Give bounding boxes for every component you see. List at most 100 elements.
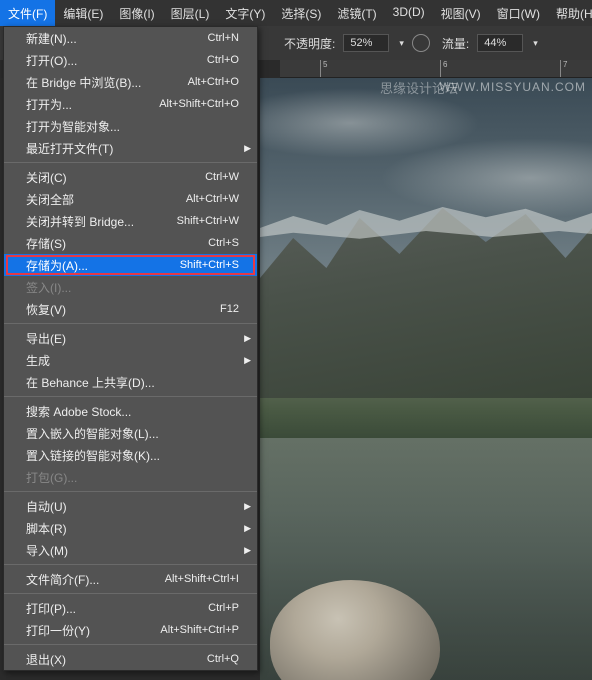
- chevron-down-icon[interactable]: ▾: [533, 38, 538, 49]
- watermark-text: WWW.MISSYUAN.COM: [439, 80, 586, 94]
- menu-item: 打包(G)...: [4, 466, 257, 488]
- menu-item-shortcut: Ctrl+O: [207, 54, 239, 66]
- file-menu-dropdown: 新建(N)... Ctrl+N 打开(O)... Ctrl+O 在 Bridge 中浏览…: [3, 26, 258, 671]
- menu-item-label: 存储(S): [26, 235, 66, 252]
- menu-item-shortcut: Shift+Ctrl+S: [180, 259, 239, 271]
- menu-item-5[interactable]: 选择(S): [273, 0, 329, 26]
- menu-item[interactable]: 打印(P)...Ctrl+P: [4, 597, 257, 619]
- menu-separator: [4, 162, 257, 163]
- menu-item[interactable]: 在 Behance 上共享(D)...: [4, 371, 257, 393]
- menu-item[interactable]: 打开(O)... Ctrl+O: [4, 49, 257, 71]
- flow-value[interactable]: 44%: [477, 34, 523, 52]
- menu-item-shortcut: Alt+Ctrl+O: [188, 76, 239, 88]
- menu-item-label: 签入(I)...: [26, 279, 71, 296]
- menu-item[interactable]: 打印一份(Y) Alt+Shift+Ctrl+P: [4, 619, 257, 641]
- menu-item-shortcut: Ctrl+S: [208, 237, 239, 249]
- menu-item-label: 退出(X): [26, 651, 66, 668]
- chevron-down-icon[interactable]: ▾: [399, 38, 404, 49]
- opacity-value[interactable]: 52%: [343, 34, 389, 52]
- menu-separator: [4, 564, 257, 565]
- menu-item[interactable]: 存储为(A)...Shift+Ctrl+S: [4, 254, 257, 276]
- menu-item-label: 打印一份(Y): [26, 622, 90, 639]
- menu-item-shortcut: Alt+Ctrl+W: [186, 193, 239, 205]
- menu-item[interactable]: 置入嵌入的智能对象(L)...: [4, 422, 257, 444]
- menu-item-shortcut: Ctrl+N: [208, 32, 239, 44]
- chevron-right-icon: ▶: [244, 545, 251, 556]
- menu-separator: [4, 644, 257, 645]
- menu-item-label: 文件简介(F)...: [26, 571, 99, 588]
- menu-item-label: 最近打开文件(T): [26, 140, 113, 157]
- menu-item-label: 新建(N)...: [26, 30, 77, 47]
- menu-item[interactable]: 关闭(C) Ctrl+W: [4, 166, 257, 188]
- menu-item-4[interactable]: 文字(Y): [217, 0, 273, 26]
- menu-item[interactable]: 搜索 Adobe Stock...: [4, 400, 257, 422]
- menu-item-2[interactable]: 图像(I): [111, 0, 162, 26]
- menu-item-label: 打开为...: [26, 96, 72, 113]
- menu-item-label: 在 Behance 上共享(D)...: [26, 374, 155, 391]
- menu-item[interactable]: 文件简介(F)... Alt+Shift+Ctrl+I: [4, 568, 257, 590]
- menu-separator: [4, 593, 257, 594]
- menu-item[interactable]: 最近打开文件(T) ▶: [4, 137, 257, 159]
- menu-item-8[interactable]: 视图(V): [433, 0, 489, 26]
- menu-item[interactable]: 置入链接的智能对象(K)...: [4, 444, 257, 466]
- document-canvas[interactable]: WWW.MISSYUAN.COM 思缘设计论坛: [260, 78, 592, 680]
- menu-item-label: 置入链接的智能对象(K)...: [26, 447, 160, 464]
- menu-item-shortcut: Ctrl+P: [208, 602, 239, 614]
- chevron-right-icon: ▶: [244, 523, 251, 534]
- menu-item-label: 关闭(C): [26, 169, 67, 186]
- menu-separator: [4, 491, 257, 492]
- menu-item-label: 在 Bridge 中浏览(B)...: [26, 74, 141, 91]
- chevron-right-icon: ▶: [244, 143, 251, 154]
- menu-item-1[interactable]: 编辑(E): [55, 0, 111, 26]
- menu-item-label: 导出(E): [26, 330, 66, 347]
- menu-item[interactable]: 退出(X) Ctrl+Q: [4, 648, 257, 670]
- chevron-right-icon: ▶: [244, 333, 251, 344]
- main-menu-bar: 文件(F)编辑(E)图像(I)图层(L)文字(Y)选择(S)滤镜(T)3D(D)…: [0, 0, 592, 26]
- menu-item-label: 打开为智能对象...: [26, 118, 120, 135]
- ruler-tick: 5: [320, 60, 327, 77]
- menu-item-shortcut: Alt+Shift+Ctrl+I: [165, 573, 239, 585]
- menu-item-label: 自动(U): [26, 498, 67, 515]
- menu-item-9[interactable]: 窗口(W): [489, 0, 548, 26]
- horizontal-ruler: 567: [280, 60, 592, 78]
- menu-item-label: 导入(M): [26, 542, 68, 559]
- menu-item[interactable]: 恢复(V) F12: [4, 298, 257, 320]
- menu-separator: [4, 396, 257, 397]
- menu-item: 签入(I)...: [4, 276, 257, 298]
- menu-item-label: 脚本(R): [26, 520, 67, 537]
- menu-item[interactable]: 自动(U) ▶: [4, 495, 257, 517]
- menu-item[interactable]: 在 Bridge 中浏览(B)... Alt+Ctrl+O: [4, 71, 257, 93]
- menu-item[interactable]: 打开为... Alt+Shift+Ctrl+O: [4, 93, 257, 115]
- menu-item-3[interactable]: 图层(L): [163, 0, 218, 26]
- menu-item-shortcut: Alt+Shift+Ctrl+P: [160, 624, 239, 636]
- menu-item[interactable]: 脚本(R) ▶: [4, 517, 257, 539]
- menu-item-shortcut: Shift+Ctrl+W: [177, 215, 239, 227]
- menu-item-label: 恢复(V): [26, 301, 66, 318]
- menu-item-0[interactable]: 文件(F): [0, 0, 55, 26]
- menu-item-10[interactable]: 帮助(H): [548, 0, 592, 26]
- menu-item-shortcut: Ctrl+W: [205, 171, 239, 183]
- menu-item[interactable]: 关闭全部Alt+Ctrl+W: [4, 188, 257, 210]
- ruler-tick: 6: [440, 60, 447, 77]
- menu-item[interactable]: 生成▶: [4, 349, 257, 371]
- menu-item-label: 打开(O)...: [26, 52, 77, 69]
- menu-item-label: 打包(G)...: [26, 469, 77, 486]
- pressure-opacity-icon[interactable]: [412, 34, 430, 52]
- menu-item-shortcut: Ctrl+Q: [207, 653, 239, 665]
- opacity-label: 不透明度:: [284, 35, 335, 52]
- menu-item[interactable]: 导入(M) ▶: [4, 539, 257, 561]
- menu-separator: [4, 323, 257, 324]
- menu-item-shortcut: Alt+Shift+Ctrl+O: [159, 98, 239, 110]
- menu-item-label: 生成: [26, 352, 50, 369]
- menu-item-shortcut: F12: [220, 303, 239, 315]
- chevron-right-icon: ▶: [244, 501, 251, 512]
- menu-item-6[interactable]: 滤镜(T): [329, 0, 384, 26]
- menu-item[interactable]: 导出(E) ▶: [4, 327, 257, 349]
- menu-item[interactable]: 关闭并转到 Bridge... Shift+Ctrl+W: [4, 210, 257, 232]
- menu-item[interactable]: 存储(S) Ctrl+S: [4, 232, 257, 254]
- menu-item-7[interactable]: 3D(D): [385, 0, 433, 26]
- menu-item-label: 关闭并转到 Bridge...: [26, 213, 134, 230]
- menu-item-label: 置入嵌入的智能对象(L)...: [26, 425, 159, 442]
- menu-item[interactable]: 新建(N)... Ctrl+N: [4, 27, 257, 49]
- menu-item[interactable]: 打开为智能对象...: [4, 115, 257, 137]
